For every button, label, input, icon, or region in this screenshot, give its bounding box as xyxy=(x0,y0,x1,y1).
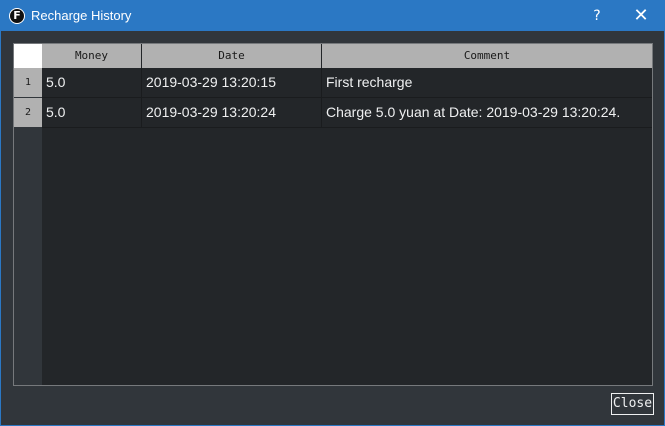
row-header[interactable]: 2 xyxy=(14,98,42,127)
help-button[interactable]: ? xyxy=(575,1,619,31)
table-row[interactable]: 2 5.0 2019-03-29 13:20:24 Charge 5.0 yua… xyxy=(14,98,652,128)
cell-money[interactable]: 5.0 xyxy=(42,68,142,97)
row-divider xyxy=(42,127,652,128)
row-header[interactable]: 1 xyxy=(14,68,42,97)
cell-comment[interactable]: Charge 5.0 yuan at Date: 2019-03-29 13:2… xyxy=(322,98,652,127)
window-title: Recharge History xyxy=(31,8,132,23)
cell-money[interactable]: 5.0 xyxy=(42,98,142,127)
help-icon: ? xyxy=(593,8,601,24)
cell-date[interactable]: 2019-03-29 13:20:15 xyxy=(142,68,322,97)
cell-comment[interactable]: First recharge xyxy=(322,68,652,97)
recharge-history-dialog: F Recharge History ? ✕ Money Date Commen… xyxy=(0,0,665,426)
table-row[interactable]: 1 5.0 2019-03-29 13:20:15 First recharge xyxy=(14,68,652,98)
app-logo-icon: F xyxy=(9,8,25,24)
column-divider xyxy=(141,68,142,128)
app-logo-letter: F xyxy=(13,9,21,22)
column-divider xyxy=(321,68,322,128)
close-button[interactable]: Close xyxy=(611,393,654,415)
column-header-date[interactable]: Date xyxy=(142,44,322,68)
cell-date[interactable]: 2019-03-29 13:20:24 xyxy=(142,98,322,127)
table-corner-button[interactable] xyxy=(14,44,42,68)
close-icon: ✕ xyxy=(633,5,649,26)
recharge-history-table[interactable]: Money Date Comment 1 5.0 2019-03-29 13:2… xyxy=(13,43,653,386)
window-close-button[interactable]: ✕ xyxy=(619,1,663,31)
column-header-comment[interactable]: Comment xyxy=(322,44,652,68)
column-header-money[interactable]: Money xyxy=(42,44,142,68)
title-bar[interactable]: F Recharge History ? ✕ xyxy=(1,1,664,31)
